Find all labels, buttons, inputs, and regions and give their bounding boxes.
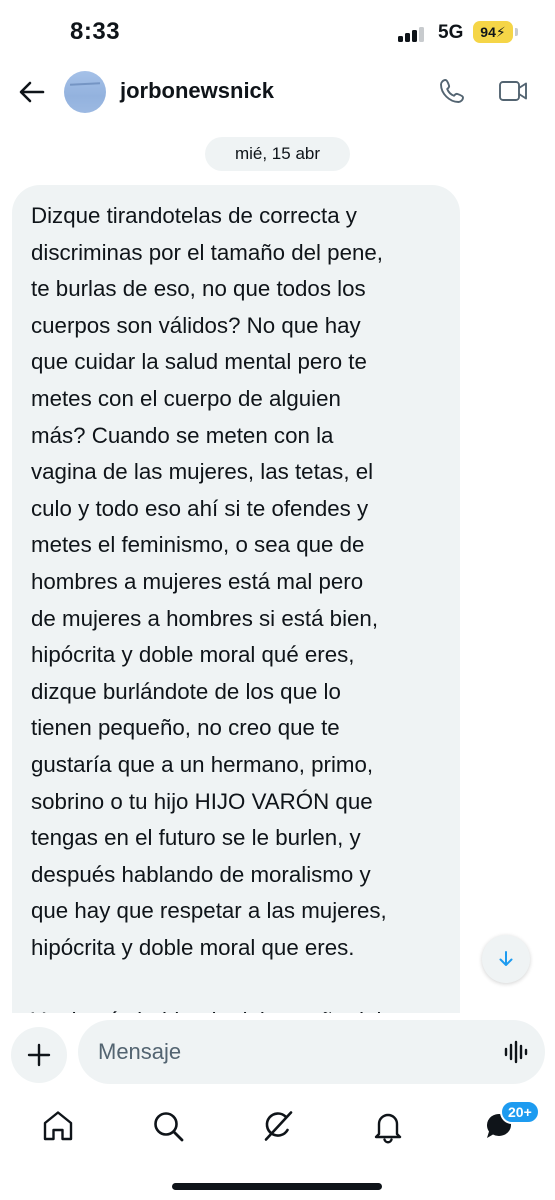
home-icon[interactable] — [40, 1108, 76, 1144]
message-line: hipócrita y doble moral qué eres, — [31, 642, 355, 668]
grok-icon[interactable] — [260, 1108, 296, 1144]
message-line: después hablando de moralismo y — [31, 861, 371, 887]
battery-nub — [515, 28, 518, 36]
message-field[interactable] — [78, 1020, 545, 1084]
message-line: discriminas por el tamaño del pene, — [31, 239, 383, 265]
home-indicator — [172, 1183, 382, 1190]
message-line: gustaría que a un hermano, primo, — [31, 751, 374, 777]
video-camera-icon[interactable] — [497, 77, 529, 105]
message-line: te burlas de eso, no que todos los — [31, 276, 366, 302]
message-line: culo y todo eso ahí si te ofendes y — [31, 495, 369, 521]
arrow-down-icon — [499, 951, 513, 966]
arrow-left-icon[interactable] — [18, 78, 46, 106]
contact-name[interactable]: jorbonewsnick — [120, 78, 274, 104]
message-line: dizque burlándote de los que lo — [31, 678, 341, 704]
charging-bolt-icon: ⚡ — [495, 24, 506, 40]
date-separator: mié, 15 abr — [205, 137, 350, 171]
message-line: metes con el cuerpo de alguien — [31, 385, 341, 411]
message-line: metes el feminismo, o sea que de — [31, 532, 365, 558]
message-line: más? Cuando se meten con la — [31, 422, 334, 448]
phone-icon[interactable] — [437, 76, 467, 106]
battery-icon: 94⚡ — [473, 21, 513, 43]
message-line: vagina de las mujeres, las tetas, el — [31, 459, 374, 485]
network-type: 5G — [438, 22, 464, 43]
status-time: 8:33 — [70, 18, 121, 45]
avatar[interactable] — [64, 71, 106, 113]
message-line: que cuidar la salud mental pero te — [31, 349, 367, 375]
bell-icon[interactable] — [370, 1108, 406, 1144]
conversation-header: jorbonewsnick — [0, 64, 555, 120]
message-line: cuerpos son válidos? No que hay — [31, 312, 361, 338]
message-line: que hay que respetar a las mujeres, — [31, 898, 387, 924]
message-line: Dizque tirandotelas de correcta y — [31, 203, 357, 228]
status-bar: 8:33 5G 94⚡ — [0, 0, 555, 64]
bottom-navigation: 20+ — [0, 1090, 555, 1200]
message-line: sobrino o tu hijo HIJO VARÓN que — [31, 788, 373, 814]
signal-strength-icon — [398, 26, 430, 42]
message-line: tengas en el futuro se le burlen, y — [31, 825, 361, 851]
message-line: hombres a mujeres está mal pero — [31, 568, 364, 594]
voice-waveform-icon[interactable] — [503, 1040, 529, 1064]
message-input[interactable] — [98, 1036, 478, 1068]
search-icon[interactable] — [150, 1108, 186, 1144]
message-line: tienen pequeño, no creo que te — [31, 715, 340, 741]
message-composer — [0, 1018, 555, 1088]
messages-unread-badge: 20+ — [500, 1100, 540, 1124]
scroll-to-bottom-button[interactable] — [482, 935, 530, 983]
message-line: de mujeres a hombres si está bien, — [31, 605, 379, 631]
add-attachment-button[interactable] — [11, 1027, 67, 1083]
plus-icon — [27, 1043, 51, 1067]
message-line: hipócrita y doble moral que eres. — [31, 934, 355, 960]
message-bubble[interactable]: Dizque tirandotelas de correcta y discri… — [12, 185, 460, 1045]
message-text: Dizque tirandotelas de correcta y discri… — [31, 198, 449, 1040]
battery-level: 94 — [480, 24, 496, 40]
